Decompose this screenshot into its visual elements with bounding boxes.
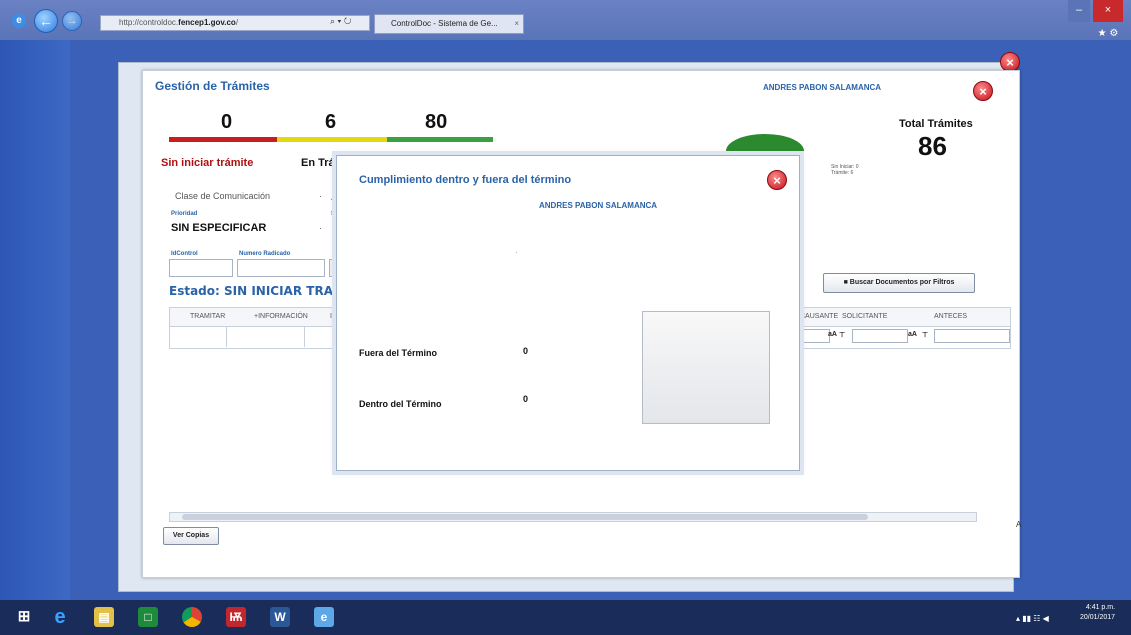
counter-en-tramite: 6 <box>325 111 337 133</box>
word-icon[interactable]: W <box>270 607 290 627</box>
taskbar <box>0 600 1131 635</box>
address-controls[interactable]: ⌕ ▾ ↻ <box>330 16 351 27</box>
user-name: ANDRES PABON SALAMANCA <box>763 83 882 92</box>
window-title: Gestión de Trámites <box>155 79 270 93</box>
tab-title: ControlDoc - Sistema de Ge... <box>391 19 498 28</box>
prioridad-select[interactable]: SIN ESPECIFICAR <box>171 222 266 234</box>
dialog-title: Cumplimiento dentro y fuera del término <box>359 174 572 186</box>
antecedentes-filter-input[interactable] <box>934 329 1010 343</box>
total-tramites-label: Total Trámites <box>899 118 973 130</box>
clock[interactable]: 4:41 p.m. 20/01/2017 <box>1080 603 1115 623</box>
url-suffix: / <box>235 18 239 27</box>
system-tray[interactable]: ▴ ▮▮ ☷ ◀ <box>1016 614 1049 623</box>
page-background <box>0 40 70 600</box>
grid-divider <box>226 327 227 347</box>
file-explorer-icon[interactable]: ▤ <box>94 607 114 627</box>
solicitante-filter-input[interactable] <box>852 329 908 343</box>
sin-iniciar-link[interactable]: Sin iniciar trámite <box>161 157 253 169</box>
pdf-reader-icon[interactable]: Ѭ <box>226 607 246 627</box>
col-antecedentes[interactable]: ANTECES <box>934 313 967 320</box>
pie-legend-item: Trámite: 6 <box>831 170 854 176</box>
numero-radicado-label: Numero Radicado <box>239 251 291 257</box>
browser-tab[interactable]: ControlDoc - Sistema de Ge... × <box>374 14 524 34</box>
fuera-termino-label: Fuera del Término <box>359 348 438 358</box>
horizontal-scrollbar[interactable] <box>169 512 977 522</box>
url-prefix: http://controldoc. <box>119 18 179 27</box>
edge-letter: A <box>1016 520 1022 529</box>
col-tramitar[interactable]: TRAMITAR <box>190 313 225 320</box>
idcontrol-label: IdControl <box>171 251 198 257</box>
url-domain: fencep1.gov.co <box>178 18 236 27</box>
empty-chart-area <box>642 311 770 424</box>
pie-legend: Sin Iniciar: 0 Trámite: 6 <box>831 164 859 176</box>
col-causante[interactable]: CAUSANTE <box>800 313 838 320</box>
green-indicator-bar <box>387 137 493 142</box>
ver-copias-button[interactable]: Ver Copias <box>163 527 219 545</box>
scrollbar-thumb[interactable] <box>182 514 868 520</box>
col-solicitante[interactable]: SOLICITANTE <box>842 313 887 320</box>
solicitante-filter-aa[interactable]: aA <box>908 331 917 338</box>
counter-sin-iniciar: 0 <box>221 111 233 133</box>
forward-button[interactable]: → <box>62 11 82 31</box>
estado-heading: Estado: SIN INICIAR TRA <box>169 284 333 298</box>
close-window-button[interactable]: × <box>1093 0 1123 22</box>
ie-active-icon[interactable]: e <box>314 607 334 627</box>
internet-explorer-icon[interactable]: e <box>50 607 70 627</box>
clock-date: 20/01/2017 <box>1080 614 1116 621</box>
dialog-user-name: ANDRES PABON SALAMANCA <box>539 201 658 210</box>
prioridad-label: Prioridad <box>171 211 198 217</box>
clase-comunicacion-label: Clase de Comunicación <box>175 191 271 201</box>
prioridad-dropdown-arrow[interactable]: · <box>319 223 322 233</box>
cumplimiento-dialog: Cumplimiento dentro y fuera del término … <box>336 155 800 471</box>
buscar-documentos-button[interactable]: ■ Buscar Documentos por Filtros <box>823 273 975 293</box>
dentro-termino-label: Dentro del Término <box>359 399 442 409</box>
idcontrol-input[interactable] <box>169 259 233 277</box>
windows-start-icon[interactable]: ⊞ <box>14 607 34 627</box>
causante-filter-aa[interactable]: aA <box>828 331 837 338</box>
col-informacion[interactable]: +INFORMACIÓN <box>254 313 308 320</box>
solicitante-filter-funnel-icon[interactable]: ⊤ <box>922 331 928 339</box>
numero-radicado-input[interactable] <box>237 259 325 277</box>
clock-time: 4:41 p.m. <box>1085 604 1116 611</box>
dialog-dot: · <box>515 248 518 257</box>
buscar-documentos-label: Buscar Documentos por Filtros <box>849 279 955 286</box>
fuera-termino-value: 0 <box>523 346 529 356</box>
dentro-termino-value: 0 <box>523 394 529 404</box>
total-tramites-value: 86 <box>918 131 947 161</box>
dialog-close-icon[interactable]: × <box>767 170 787 190</box>
favorites-icon[interactable]: ★ ⚙ <box>1088 24 1128 46</box>
causante-filter-input[interactable] <box>800 329 830 343</box>
red-indicator-bar <box>169 137 277 142</box>
causante-filter-funnel-icon[interactable]: ⊤ <box>839 331 845 339</box>
counter-otro: 80 <box>425 111 448 133</box>
outer-close-icon[interactable]: × <box>1000 52 1020 72</box>
ie-logo-icon: e <box>12 14 26 28</box>
clase-dropdown-arrow[interactable]: · <box>319 191 322 201</box>
minimize-button[interactable]: – <box>1068 0 1090 22</box>
tab-close-icon[interactable]: × <box>514 15 519 33</box>
yellow-indicator-bar <box>277 137 387 142</box>
back-button[interactable]: ← <box>34 9 58 33</box>
grid-divider <box>304 327 305 347</box>
store-icon[interactable]: □ <box>138 607 158 627</box>
chrome-icon[interactable] <box>182 607 202 627</box>
en-tramite-link[interactable]: En Trár <box>301 157 339 169</box>
close-icon[interactable]: × <box>973 81 993 101</box>
